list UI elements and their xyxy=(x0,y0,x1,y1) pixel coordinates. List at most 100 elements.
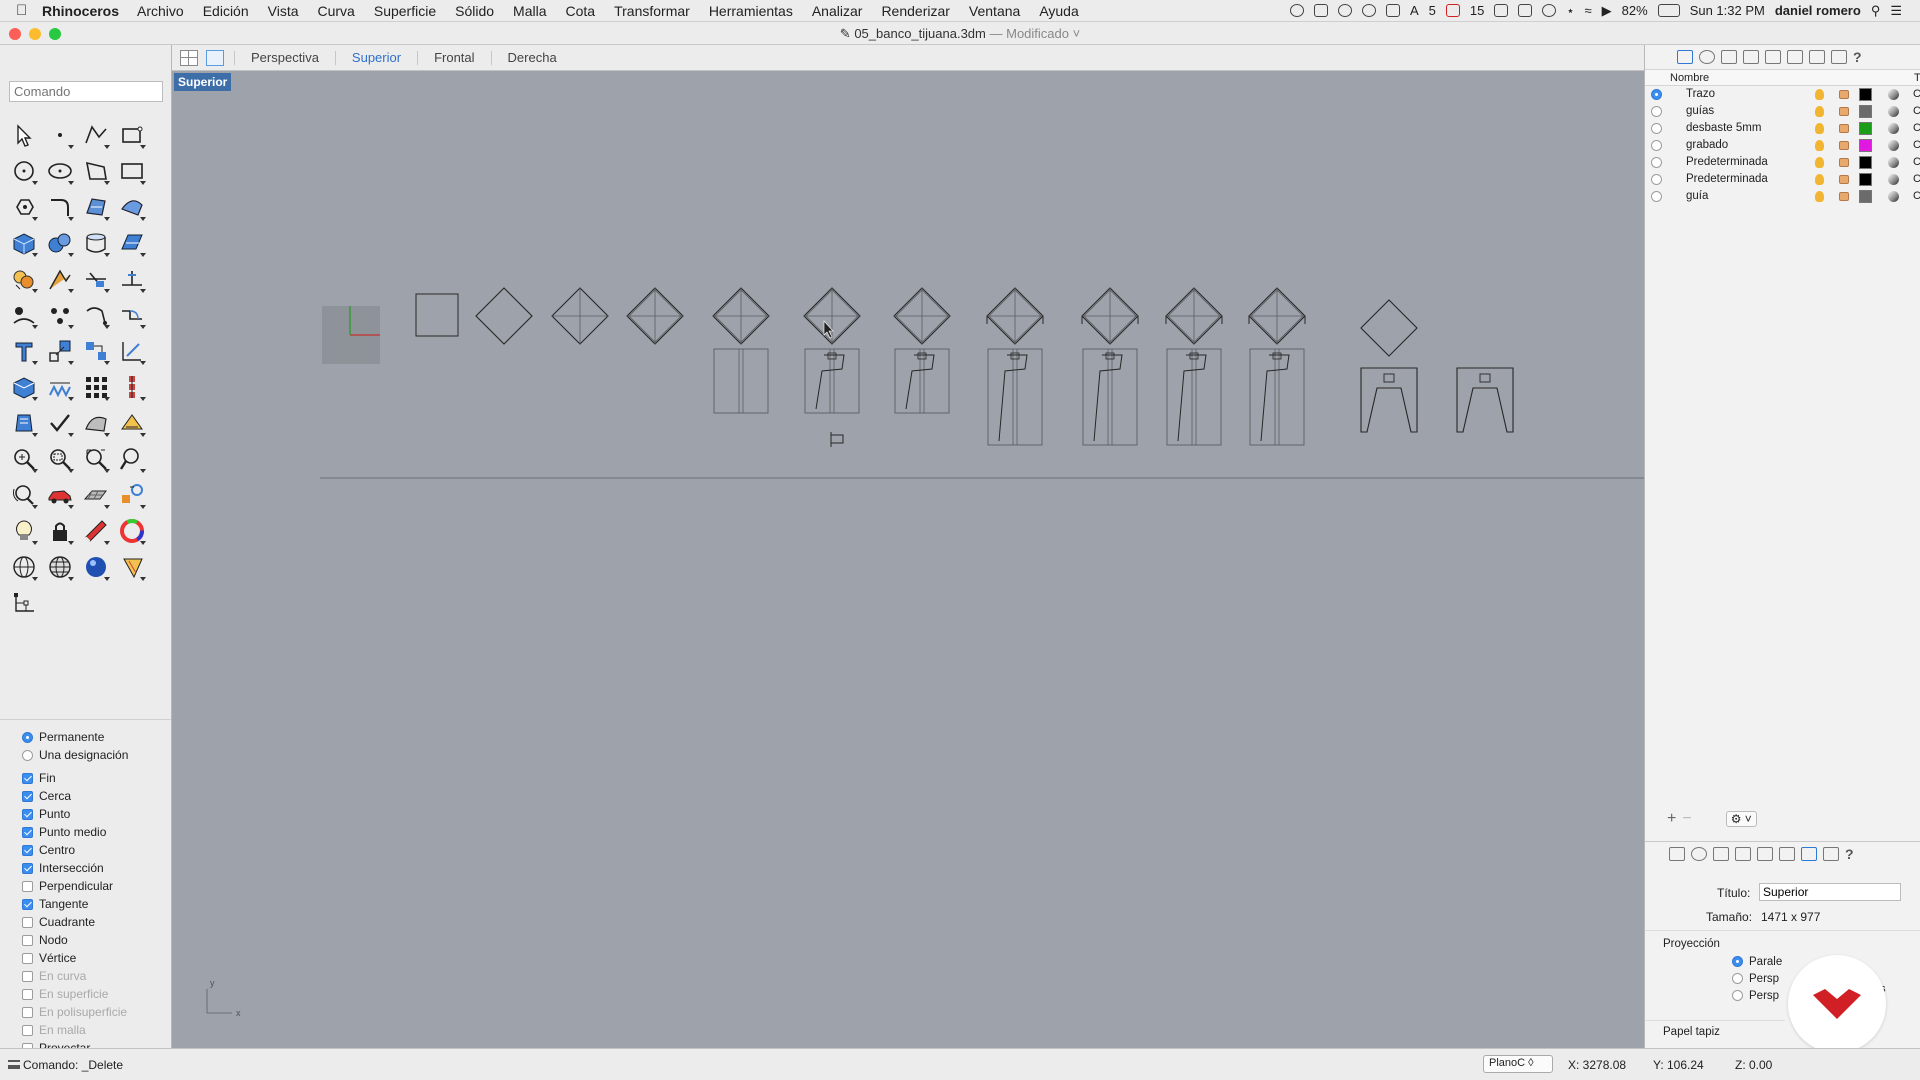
current-layer-radio[interactable] xyxy=(1651,89,1662,100)
checkbox[interactable] xyxy=(22,898,33,910)
material-tool-button[interactable] xyxy=(78,513,114,549)
box-solid-tool-button[interactable] xyxy=(6,225,42,261)
layer-name[interactable]: grabado xyxy=(1686,139,1728,151)
radio-button[interactable] xyxy=(22,749,33,761)
text-tool-button[interactable] xyxy=(6,333,42,369)
document-icon[interactable] xyxy=(1386,4,1400,17)
current-layer-radio[interactable] xyxy=(1651,191,1662,202)
volume-icon[interactable]: ▶ xyxy=(1602,3,1612,19)
submenu-arrow-icon[interactable] xyxy=(140,505,146,509)
osnap-option[interactable]: Nodo xyxy=(0,931,171,949)
joint-detail[interactable] xyxy=(1010,352,1020,360)
lock-icon[interactable] xyxy=(1839,141,1849,150)
menu-cota[interactable]: Cota xyxy=(566,3,596,19)
osnap-option[interactable]: En superficie xyxy=(0,985,171,1003)
color-wheel-tool-button[interactable] xyxy=(114,513,150,549)
current-layer-radio[interactable] xyxy=(1651,106,1662,117)
scale-tool-button[interactable] xyxy=(42,333,78,369)
surface-patch-tool-button[interactable] xyxy=(114,189,150,225)
layer-name[interactable]: guía xyxy=(1686,190,1708,202)
submenu-arrow-icon[interactable] xyxy=(32,397,38,401)
check-tool-button[interactable] xyxy=(42,405,78,441)
submenu-arrow-icon[interactable] xyxy=(32,217,38,221)
joint-detail[interactable] xyxy=(917,352,927,360)
checkbox[interactable] xyxy=(22,1006,33,1018)
osnap-option[interactable]: Vértice xyxy=(0,949,171,967)
checkbox[interactable] xyxy=(22,1024,33,1036)
tab-perspectiva[interactable]: Perspectiva xyxy=(245,50,325,65)
layer-print-width[interactable]: C xyxy=(1913,122,1920,134)
submenu-arrow-icon[interactable] xyxy=(104,433,110,437)
square-profile[interactable] xyxy=(415,293,459,337)
submenu-arrow-icon[interactable] xyxy=(32,325,38,329)
layer-color-swatch[interactable] xyxy=(1859,105,1872,118)
document-properties-icon[interactable] xyxy=(1713,847,1729,861)
render-sphere-tool-button[interactable] xyxy=(78,549,114,585)
material-icon[interactable] xyxy=(1888,191,1899,202)
submenu-arrow-icon[interactable] xyxy=(32,505,38,509)
submenu-arrow-icon[interactable] xyxy=(140,325,146,329)
ellipse-tool-button[interactable] xyxy=(42,153,78,189)
checkbox[interactable] xyxy=(22,826,33,838)
submenu-arrow-icon[interactable] xyxy=(104,577,110,581)
polyline-tool-button[interactable] xyxy=(78,117,114,153)
viewport-superior[interactable]: y x Superior xyxy=(172,71,1644,1048)
layer-print-width[interactable]: C xyxy=(1913,139,1920,151)
light-bulb-icon[interactable] xyxy=(1815,106,1824,117)
rotate-view-tool-button[interactable] xyxy=(6,477,42,513)
circle-tool-button[interactable] xyxy=(6,153,42,189)
adobe-icon[interactable]: A xyxy=(1410,3,1419,18)
layers-icon[interactable] xyxy=(1669,847,1685,861)
submenu-arrow-icon[interactable] xyxy=(104,145,110,149)
elevation-frame[interactable] xyxy=(1082,348,1138,446)
submenu-arrow-icon[interactable] xyxy=(68,181,74,185)
elevation-frame[interactable] xyxy=(713,348,769,414)
checkbox[interactable] xyxy=(22,970,33,982)
layer-print-width[interactable]: C xyxy=(1913,156,1920,168)
menu-ventana[interactable]: Ventana xyxy=(969,3,1020,19)
layer-color-swatch[interactable] xyxy=(1859,190,1872,203)
lock-icon[interactable] xyxy=(1839,158,1849,167)
osnap-option[interactable]: En malla xyxy=(0,1021,171,1039)
layer-name[interactable]: desbaste 5mm xyxy=(1686,122,1761,134)
diamond-profile[interactable] xyxy=(475,287,533,345)
light-bulb-icon[interactable] xyxy=(1815,140,1824,151)
submenu-arrow-icon[interactable] xyxy=(104,361,110,365)
select-arrow-tool-button[interactable] xyxy=(6,117,42,153)
leg-elevation[interactable] xyxy=(1456,367,1514,433)
menu-transformar[interactable]: Transformar xyxy=(614,3,690,19)
viewport-title-label[interactable]: Superior xyxy=(174,73,232,91)
layers-t-column[interactable]: T xyxy=(1914,72,1920,84)
curve-offset-tool-button[interactable] xyxy=(6,189,42,225)
sync-icon[interactable] xyxy=(1338,4,1352,17)
cone-tool-button[interactable] xyxy=(114,549,150,585)
record-icon[interactable] xyxy=(1290,4,1304,17)
layer-color-swatch[interactable] xyxy=(1859,139,1872,152)
document-state[interactable]: — Modificado ˅ xyxy=(990,26,1081,41)
checkbox[interactable] xyxy=(22,844,33,856)
time-machine-icon[interactable] xyxy=(1542,4,1557,17)
command-input[interactable] xyxy=(9,81,163,102)
submenu-arrow-icon[interactable] xyxy=(140,253,146,257)
car-tool-button[interactable] xyxy=(42,477,78,513)
submenu-arrow-icon[interactable] xyxy=(140,289,146,293)
checkbox[interactable] xyxy=(22,772,33,784)
layer-name[interactable]: Trazo xyxy=(1686,88,1715,100)
menu-edicion[interactable]: Edición xyxy=(203,3,249,19)
window-title[interactable]: ✎ 05_banco_tijuana.3dm — Modificado ˅ xyxy=(0,26,1920,42)
layer-row[interactable]: Predeterminada C xyxy=(1645,171,1920,188)
airplay-icon[interactable] xyxy=(1518,4,1533,17)
submenu-arrow-icon[interactable] xyxy=(104,505,110,509)
analyze-tool-button[interactable] xyxy=(6,405,42,441)
diamond-profile[interactable] xyxy=(1360,299,1418,357)
single-viewport-icon[interactable] xyxy=(206,49,224,66)
osnap-option[interactable]: Punto medio xyxy=(0,823,171,841)
light-bulb-icon[interactable] xyxy=(1815,89,1824,100)
tab-derecha[interactable]: Derecha xyxy=(502,50,563,65)
light-bulb-icon[interactable] xyxy=(1815,123,1824,134)
layer-row[interactable]: desbaste 5mm C xyxy=(1645,120,1920,137)
submenu-arrow-icon[interactable] xyxy=(68,469,74,473)
osnap-option[interactable]: Perpendicular xyxy=(0,877,171,895)
submenu-arrow-icon[interactable] xyxy=(68,505,74,509)
monitor-icon[interactable] xyxy=(1831,50,1847,64)
